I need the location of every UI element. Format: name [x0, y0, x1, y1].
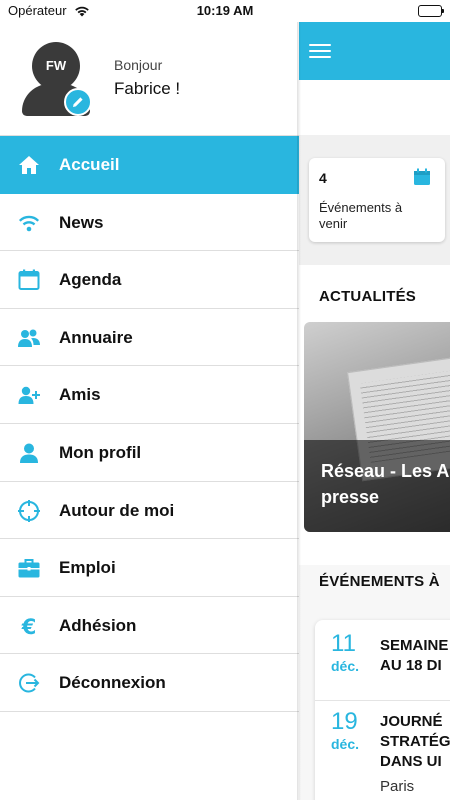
- euro-icon: €: [17, 614, 41, 639]
- header-band: [299, 80, 450, 135]
- briefcase-icon: [17, 556, 41, 580]
- navigation-drawer: FW Bonjour Fabrice ! Accueil News Agenda: [0, 22, 299, 800]
- event-day: 19: [331, 708, 358, 735]
- news-card-title: Réseau - Les A presse: [321, 461, 450, 507]
- calendar-icon: [17, 268, 41, 292]
- users-icon: [17, 326, 41, 350]
- home-icon: [17, 153, 41, 177]
- event-day: 11: [331, 630, 356, 657]
- edit-pencil-icon[interactable]: [64, 88, 92, 116]
- menu-item-deconnexion[interactable]: Déconnexion: [0, 654, 299, 712]
- avatar-initials: FW: [32, 42, 80, 90]
- menu-item-adhesion[interactable]: € Adhésion: [0, 596, 299, 655]
- greeting: Bonjour: [114, 57, 163, 73]
- menu-item-agenda[interactable]: Agenda: [0, 251, 299, 309]
- avatar[interactable]: FW: [22, 42, 92, 116]
- user-icon: [17, 441, 41, 465]
- menu-item-accueil[interactable]: Accueil: [0, 136, 299, 194]
- news-card[interactable]: Réseau - Les A presse: [304, 322, 450, 532]
- upcoming-events-card[interactable]: 4 Événements à venir: [309, 158, 445, 242]
- app-header: [299, 22, 450, 80]
- events-list: 11 déc. SEMAINE AU 18 DI 19 déc. JOURNÉ …: [315, 620, 450, 800]
- upcoming-events-label: Événements à venir: [319, 200, 403, 231]
- status-time: 10:19 AM: [196, 3, 254, 18]
- menu-item-autour-de-moi[interactable]: Autour de moi: [0, 481, 299, 540]
- menu-item-emploi[interactable]: Emploi: [0, 539, 299, 597]
- battery-icon: [418, 5, 444, 17]
- user-add-icon: [17, 383, 41, 407]
- home-screen: 4 Événements à venir ACTUALITÉS Réseau -…: [299, 22, 450, 800]
- event-month: déc.: [331, 658, 360, 674]
- drawer-menu: Accueil News Agenda Annuaire Amis Mon pr…: [0, 135, 299, 712]
- menu-item-mon-profil[interactable]: Mon profil: [0, 423, 299, 482]
- status-bar: Opérateur 10:19 AM: [0, 0, 450, 22]
- event-title: SEMAINE AU 18 DI: [380, 637, 449, 674]
- crosshair-icon: [17, 499, 41, 523]
- event-month: déc.: [331, 736, 360, 752]
- menu-item-annuaire[interactable]: Annuaire: [0, 308, 299, 367]
- news-section-title: ACTUALITÉS: [319, 288, 416, 305]
- logout-icon: [17, 671, 41, 695]
- events-section-title: ÉVÉNEMENTS À: [319, 573, 440, 590]
- wifi-icon: [17, 211, 41, 235]
- event-place: Paris: [380, 778, 415, 795]
- svg-text:€: €: [21, 615, 37, 638]
- upcoming-events-count: 4: [319, 170, 327, 186]
- calendar-icon: [413, 168, 431, 191]
- menu-item-amis[interactable]: Amis: [0, 366, 299, 424]
- menu-item-news[interactable]: News: [0, 193, 299, 252]
- event-title: JOURNÉ STRATÉG DANS UI: [380, 713, 450, 770]
- user-name: Fabrice !: [114, 79, 181, 98]
- menu-icon[interactable]: [309, 42, 331, 59]
